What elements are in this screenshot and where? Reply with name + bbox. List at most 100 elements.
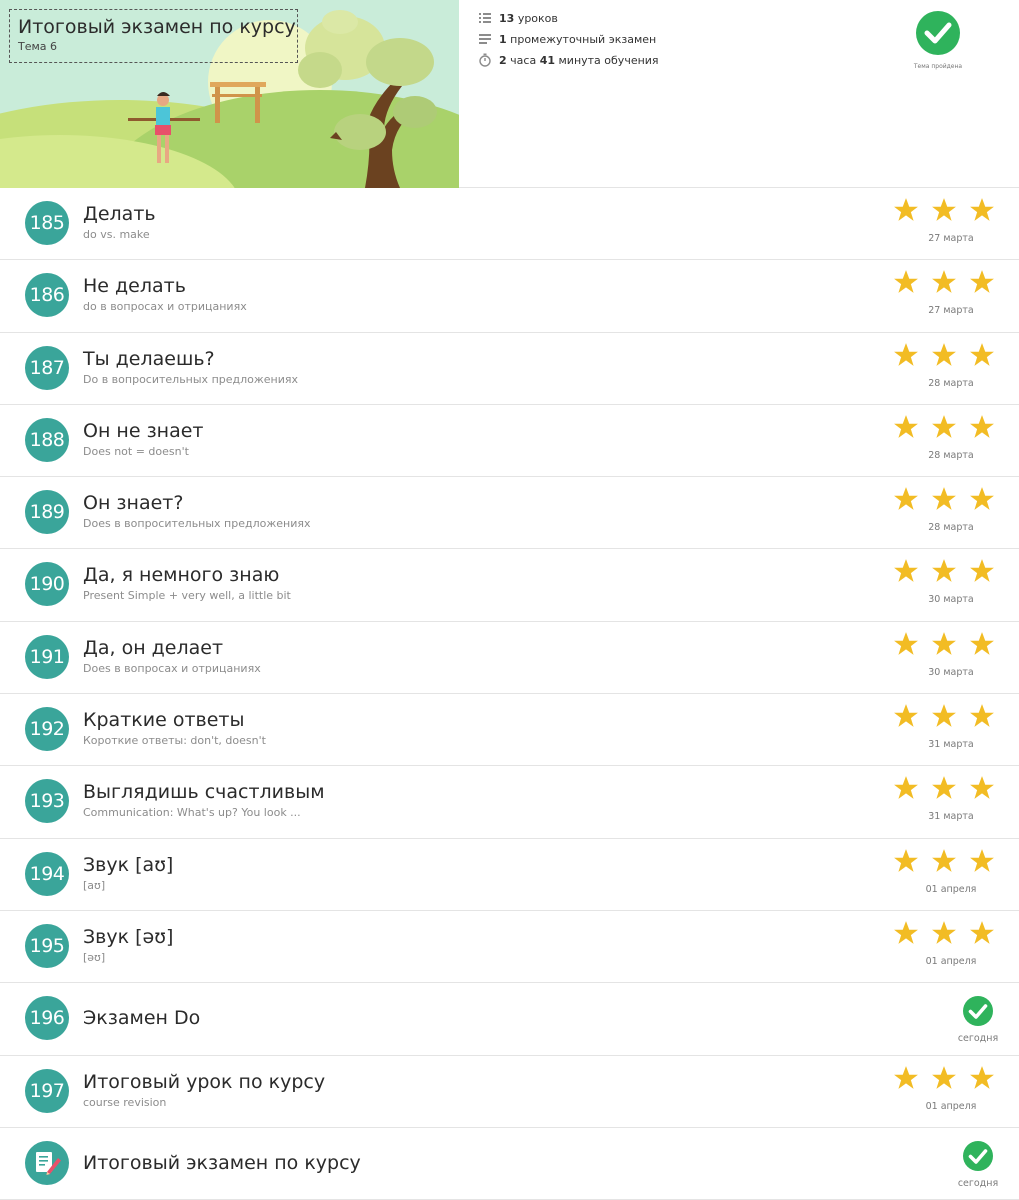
lesson-date: сегодня	[957, 1177, 999, 1189]
lesson-stars	[893, 269, 1005, 297]
duration-minutes: 41	[539, 53, 555, 67]
lesson-number: 194	[25, 851, 69, 896]
lesson-number: 191	[25, 634, 69, 679]
lesson-date: 30 марта	[928, 594, 974, 606]
exams-count-row: 1 промежуточный экзамен	[478, 31, 656, 47]
lesson-date: 30 марта	[928, 666, 974, 678]
lesson-row[interactable]: 194 Звук [aʊ] [aʊ] 01 апреля	[0, 839, 1019, 911]
star-icon	[970, 198, 994, 221]
lesson-date: 31 марта	[928, 811, 974, 823]
lesson-row[interactable]: 185 Делать do vs. make 27 марта	[0, 188, 1019, 261]
lesson-number: 189	[25, 490, 69, 535]
lesson-row[interactable]: 187 Ты делаешь? Do в вопросительных предло…	[0, 333, 1019, 405]
lesson-date: 28 марта	[928, 522, 974, 534]
stopwatch-icon	[478, 53, 492, 67]
lesson-title[interactable]: Ты делаешь?	[83, 348, 215, 370]
lesson-row[interactable]: 189 Он знает? Does в вопросительных предло…	[0, 477, 1019, 550]
star-icon	[894, 487, 918, 511]
star-icon	[932, 342, 956, 366]
exams-label: промежуточный экзамен	[510, 32, 657, 46]
lesson-title[interactable]: Он не знает	[83, 420, 204, 442]
duration-hours-label: часа	[510, 53, 537, 67]
lesson-title[interactable]: Звук [əʊ]	[83, 926, 173, 948]
lesson-row[interactable]: 186 Не делать do в вопросах и отрицаниях 27…	[0, 260, 1019, 333]
star-icon	[970, 559, 994, 583]
lesson-subtitle: Do в вопросительных предложениях	[83, 372, 299, 386]
lesson-title[interactable]: Итоговый экзамен по курсу	[83, 1152, 361, 1174]
star-icon	[894, 776, 918, 800]
lesson-stars	[893, 1065, 1005, 1093]
duration-minutes-label: минута обучения	[558, 53, 659, 67]
lesson-title[interactable]: Итоговый урок по курсу	[83, 1071, 325, 1093]
lesson-row[interactable]: 188 Он не знает Does not = doesn't 28 марта	[0, 405, 1019, 478]
lesson-date: 28 марта	[928, 377, 974, 389]
star-icon	[970, 1065, 994, 1089]
lesson-subtitle: Does в вопросительных предложениях	[83, 517, 311, 531]
star-icon	[970, 631, 994, 655]
check-circle-icon	[962, 1140, 994, 1172]
star-icon	[932, 776, 956, 800]
lesson-row[interactable]: 193 Выглядишь счастливым Communication: Wh…	[0, 766, 1019, 839]
duration-hours: 2	[499, 53, 507, 67]
lesson-subtitle: do в вопросах и отрицаниях	[83, 300, 247, 314]
star-icon	[894, 198, 918, 221]
lesson-subtitle: Короткие ответы: don't, doesn't	[83, 734, 266, 748]
star-icon	[894, 631, 918, 655]
lesson-row[interactable]: 196 Экзамен Do сегодня	[0, 983, 1019, 1056]
lesson-date: 01 апреля	[925, 955, 977, 967]
lesson-title[interactable]: Да, я немного знаю	[83, 564, 279, 586]
star-icon	[970, 776, 994, 800]
lesson-title[interactable]: Да, он делает	[83, 637, 223, 659]
star-icon	[932, 414, 956, 438]
list-icon	[478, 11, 492, 25]
lesson-row[interactable]: 192 Краткие ответы Короткие ответы: don't,…	[0, 694, 1019, 767]
star-icon	[932, 704, 956, 727]
lesson-number: 190	[25, 562, 69, 607]
lesson-title[interactable]: Звук [aʊ]	[83, 854, 173, 876]
lesson-title[interactable]: Делать	[83, 203, 156, 225]
lesson-row[interactable]: 191 Да, он делает Does в вопросах и отрица…	[0, 622, 1019, 695]
lesson-title[interactable]: Краткие ответы	[83, 709, 244, 731]
lesson-number: 186	[25, 273, 69, 318]
lesson-date: 01 апреля	[925, 883, 977, 895]
lesson-stars	[893, 414, 1005, 442]
lesson-title[interactable]: Экзамен Do	[83, 1007, 200, 1029]
lesson-subtitle: [əʊ]	[83, 950, 106, 964]
topic-subtitle: Тема 6	[18, 40, 58, 53]
lesson-date: сегодня	[957, 1033, 999, 1045]
topic-title-box: Итоговый экзамен по курсу Тема 6	[9, 9, 298, 63]
lesson-title[interactable]: Не делать	[83, 275, 186, 297]
star-icon	[970, 270, 994, 294]
star-icon	[894, 704, 918, 727]
topic-passed-label: Тема пройдена	[913, 63, 963, 70]
lesson-title[interactable]: Выглядишь счастливым	[83, 781, 325, 803]
lesson-subtitle: Communication: What's up? You look ...	[83, 806, 301, 820]
star-icon	[970, 848, 994, 872]
lesson-number: 195	[25, 923, 69, 968]
star-icon	[970, 414, 994, 438]
star-icon	[932, 1065, 956, 1089]
lesson-subtitle: course revision	[83, 1095, 167, 1109]
lesson-stars	[893, 703, 1005, 731]
lesson-subtitle: Does в вопросах и отрицаниях	[83, 661, 261, 675]
lesson-title[interactable]: Он знает?	[83, 492, 183, 514]
lesson-number: 197	[25, 1068, 69, 1113]
lesson-row[interactable]: Итоговый экзамен по курсу сегодня	[0, 1128, 1019, 1200]
lesson-row[interactable]: 195 Звук [əʊ] [əʊ] 01 апреля	[0, 911, 1019, 984]
topic-title: Итоговый экзамен по курсу	[18, 16, 296, 38]
star-icon	[932, 270, 956, 294]
lesson-date: 28 марта	[928, 449, 974, 461]
lesson-subtitle: [aʊ]	[83, 878, 106, 892]
lesson-number: 188	[25, 417, 69, 462]
lesson-stars	[893, 486, 1005, 514]
lesson-date: 01 апреля	[925, 1100, 977, 1112]
lesson-subtitle: Present Simple + very well, a little bit	[83, 589, 291, 603]
exam-pencil-icon	[25, 1140, 69, 1185]
lesson-number: 185	[25, 201, 69, 245]
star-icon	[932, 198, 956, 221]
star-icon	[970, 342, 994, 366]
lesson-row[interactable]: 197 Итоговый урок по курсу course revision…	[0, 1056, 1019, 1128]
lesson-row[interactable]: 190 Да, я немного знаю Present Simple + ve…	[0, 549, 1019, 622]
lessons-count-row: 13 уроков	[478, 10, 558, 26]
lesson-stars	[893, 342, 1005, 370]
